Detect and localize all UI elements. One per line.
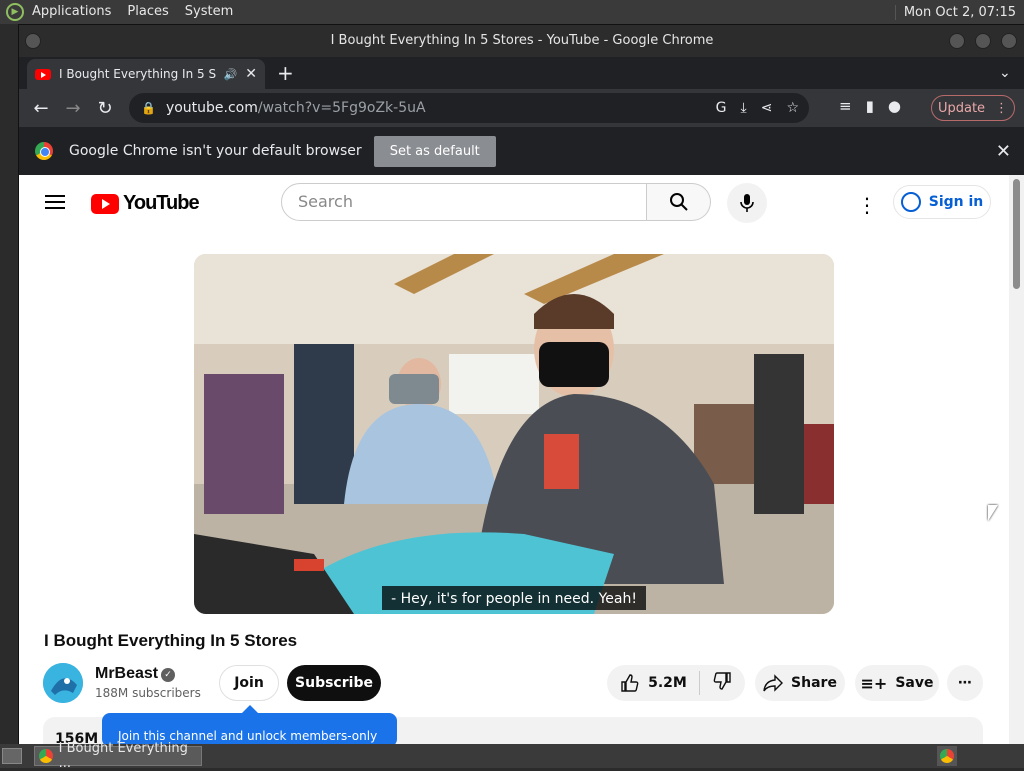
- share-button[interactable]: Share: [755, 665, 845, 701]
- chrome-icon: [39, 749, 53, 763]
- settings-more-icon[interactable]: ⋮: [857, 193, 877, 217]
- tray-chrome-icon[interactable]: [937, 746, 957, 766]
- infobar-message: Google Chrome isn't your default browser: [69, 143, 362, 159]
- video-caption: - Hey, it's for people in need. Yeah!: [391, 591, 637, 607]
- youtube-icon: [35, 68, 51, 80]
- tab-active[interactable]: I Bought Everything In 5 Stores 🔊 ✕: [27, 59, 265, 89]
- youtube-play-icon: [91, 193, 119, 214]
- url-path: /watch?v=5Fg9oZk-5uA: [257, 100, 426, 116]
- close-infobar-icon[interactable]: ✕: [996, 141, 1011, 162]
- media-controls-icon[interactable]: ≡: [839, 97, 852, 115]
- account-icon: [900, 192, 921, 212]
- like-count: 5.2M: [648, 675, 687, 691]
- lock-icon[interactable]: 🔒: [141, 101, 156, 115]
- dislike-button[interactable]: [712, 671, 732, 695]
- tab-strip: I Bought Everything In 5 Stores 🔊 ✕: [19, 57, 1024, 89]
- save-label: Save: [895, 675, 934, 691]
- maximize-button[interactable]: [975, 33, 991, 49]
- tab-search-chevron-icon[interactable]: ⌄: [999, 65, 1011, 81]
- minimize-button[interactable]: [949, 33, 965, 49]
- back-arrow-icon[interactable]: ←: [25, 98, 57, 119]
- new-tab-button[interactable]: +: [277, 63, 294, 83]
- reload-icon[interactable]: ↻: [89, 98, 121, 119]
- search-icon: [669, 193, 688, 211]
- default-browser-infobar: Google Chrome isn't your default browser…: [19, 127, 1024, 175]
- video-player[interactable]: - Hey, it's for people in need. Yeah!: [194, 254, 834, 614]
- install-icon[interactable]: ⤓: [741, 100, 747, 116]
- more-horiz-icon: ⋯: [958, 675, 972, 691]
- forward-arrow-icon[interactable]: →: [57, 98, 89, 119]
- more-vert-icon[interactable]: ⋮: [995, 101, 1008, 116]
- chrome-tray-glyph-icon: [940, 749, 954, 763]
- bookmark-star-icon[interactable]: ☆: [786, 100, 799, 116]
- bottom-taskbar: I Bought Everything ...: [0, 741, 1024, 771]
- window-title: I Bought Everything In 5 Stores - YouTub…: [330, 33, 714, 48]
- update-button[interactable]: Update ⋮: [931, 95, 1015, 121]
- voice-search-button[interactable]: [727, 183, 767, 223]
- taskbar-window-label: I Bought Everything ...: [58, 741, 188, 771]
- top-panel: ▶ Applications Places System Mon Oct 2, …: [0, 0, 1024, 24]
- verified-check-icon: ✓: [161, 668, 175, 682]
- youtube-logo-text: YouTube: [123, 192, 200, 214]
- channel-name[interactable]: MrBeast: [95, 665, 158, 683]
- playlist-add-icon: ≡+: [860, 673, 888, 693]
- chrome-logo-icon: [35, 142, 53, 160]
- chrome-window: I Bought Everything In 5 Stores - YouTub…: [18, 24, 1024, 745]
- url-host: youtube.com: [165, 100, 258, 116]
- share-label: Share: [791, 675, 837, 691]
- share-page-icon[interactable]: ⋖: [761, 100, 773, 116]
- show-desktop-icon[interactable]: [2, 748, 22, 764]
- page-scrollbar[interactable]: [1009, 175, 1024, 745]
- distro-logo-icon[interactable]: ▶: [6, 3, 24, 21]
- video-frame: - Hey, it's for people in need. Yeah!: [194, 254, 834, 614]
- set-as-default-button[interactable]: Set as default: [373, 135, 496, 167]
- hamburger-menu-icon[interactable]: [45, 195, 65, 209]
- youtube-page: YouTube Search ⋮ Sign in - Hey, it's for…: [19, 175, 1009, 745]
- url-text[interactable]: youtube.com/watch?v=5Fg9oZk-5uA: [166, 100, 426, 116]
- youtube-logo[interactable]: YouTube: [91, 192, 200, 215]
- search-button[interactable]: [647, 183, 711, 221]
- sign-in-label: Sign in: [928, 194, 984, 210]
- taskbar-window-button[interactable]: I Bought Everything ...: [34, 741, 202, 771]
- side-panel-icon[interactable]: ▮: [866, 97, 874, 115]
- profile-avatar-icon[interactable]: ●: [888, 97, 901, 115]
- address-bar[interactable]: 🔒 youtube.com/watch?v=5Fg9oZk-5uA G ⤓ ⋖ …: [129, 93, 809, 123]
- join-button[interactable]: Join: [219, 665, 279, 701]
- share-arrow-icon: [763, 674, 784, 692]
- thumbs-up-icon: [621, 674, 639, 692]
- like-button[interactable]: 5.2M: [620, 673, 687, 693]
- search-input[interactable]: Search: [281, 183, 647, 221]
- tab-title: I Bought Everything In 5 Stores: [59, 67, 216, 81]
- places-menu[interactable]: Places: [119, 0, 176, 24]
- clock[interactable]: Mon Oct 2, 07:15: [894, 4, 1024, 20]
- save-button[interactable]: ≡+ Save: [855, 665, 939, 701]
- mouse-cursor-icon: [988, 505, 998, 521]
- toolbar-extensions: ≡ ▮ ●: [839, 97, 901, 115]
- thumbs-down-icon: [713, 672, 731, 690]
- update-label: Update: [937, 100, 986, 116]
- system-menu[interactable]: System: [177, 0, 241, 24]
- window-titlebar[interactable]: I Bought Everything In 5 Stores - YouTub…: [19, 25, 1024, 57]
- subscribe-button[interactable]: Subscribe: [287, 665, 381, 701]
- video-title: I Bought Everything In 5 Stores: [44, 631, 298, 650]
- channel-avatar[interactable]: [43, 663, 83, 703]
- like-divider: [698, 671, 700, 695]
- more-actions-button[interactable]: ⋯: [947, 665, 983, 701]
- like-dislike-group: 5.2M: [607, 665, 745, 701]
- speaker-icon[interactable]: 🔊: [224, 68, 238, 81]
- subscriber-count: 188M subscribers: [95, 686, 201, 700]
- close-window-button[interactable]: [1001, 33, 1017, 49]
- close-tab-icon[interactable]: ✕: [245, 66, 257, 82]
- sign-in-button[interactable]: Sign in: [893, 185, 991, 219]
- google-lens-icon[interactable]: G: [716, 100, 727, 116]
- window-menu-button[interactable]: [25, 33, 41, 49]
- mrbeast-avatar-icon: [43, 663, 83, 703]
- microphone-icon: [740, 194, 754, 212]
- applications-menu[interactable]: Applications: [24, 0, 119, 24]
- scrollbar-thumb[interactable]: [1013, 179, 1020, 289]
